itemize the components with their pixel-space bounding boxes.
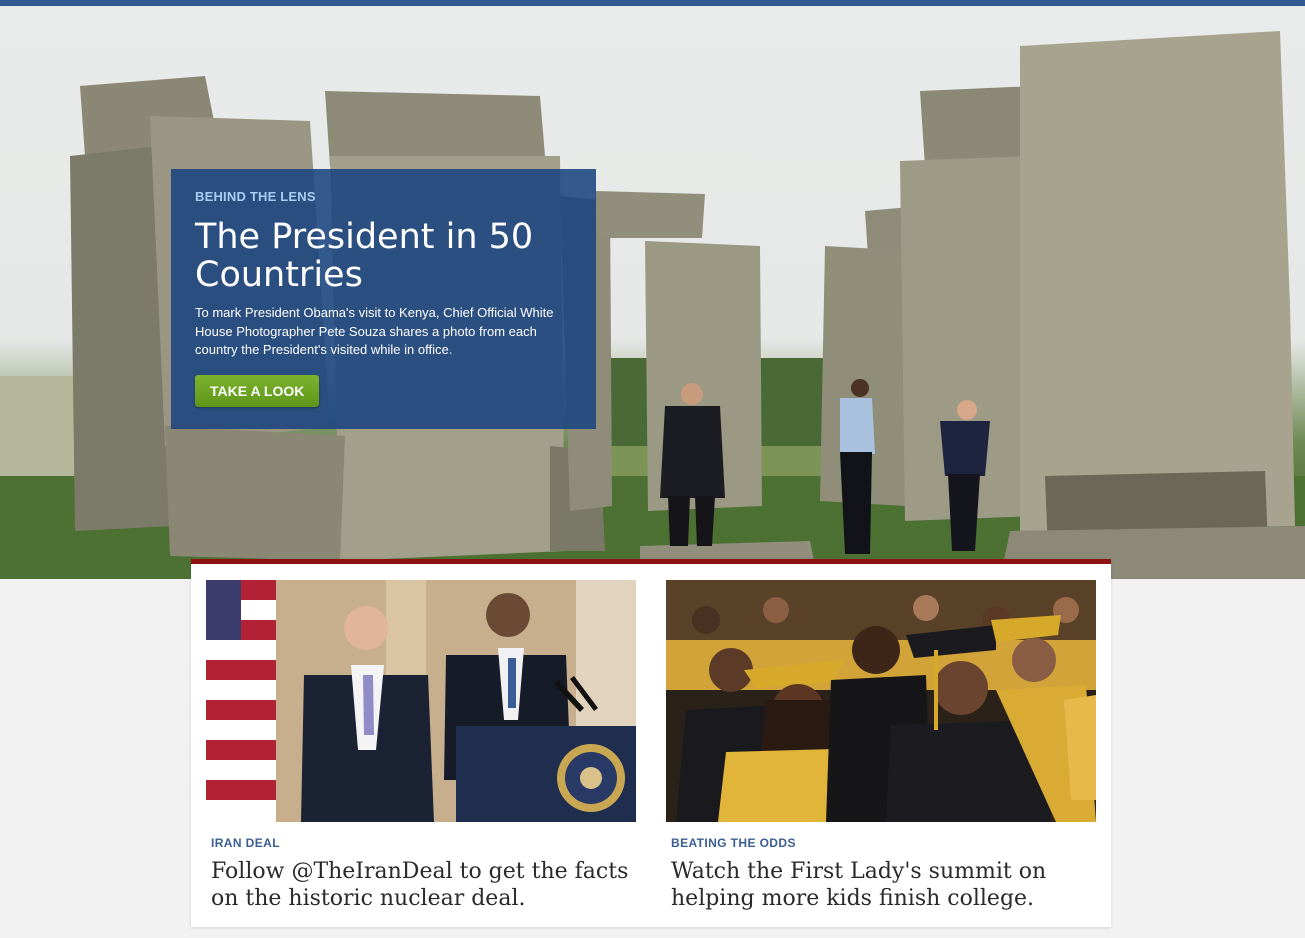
beating-the-odds-eyebrow: BEATING THE ODDS xyxy=(671,836,796,850)
iran-deal-headline[interactable]: Follow @TheIranDeal to get the facts on … xyxy=(211,858,636,912)
hero-eyebrow: BEHIND THE LENS xyxy=(195,189,316,204)
beating-the-odds-photo[interactable] xyxy=(666,580,1096,822)
iran-deal-photo[interactable] xyxy=(206,580,636,822)
hero-banner[interactable]: BEHIND THE LENS The President in 50 Coun… xyxy=(0,6,1305,579)
press-conference-image xyxy=(206,580,636,822)
iran-deal-eyebrow: IRAN DEAL xyxy=(211,836,280,850)
hero-title[interactable]: The President in 50 Countries xyxy=(195,218,572,294)
feature-strip: IRAN DEAL Follow @TheIranDeal to get the… xyxy=(191,559,1111,927)
take-a-look-button[interactable]: TAKE A LOOK xyxy=(195,374,320,407)
beating-the-odds-headline[interactable]: Watch the First Lady's summit on helping… xyxy=(671,858,1096,912)
hero-description: To mark President Obama's visit to Kenya… xyxy=(195,305,554,357)
feature-card-iran-deal[interactable]: IRAN DEAL Follow @TheIranDeal to get the… xyxy=(206,580,636,912)
graduation-image xyxy=(666,580,1096,822)
feature-card-beating-the-odds[interactable]: BEATING THE ODDS Watch the First Lady's … xyxy=(666,580,1096,912)
hero-feature-panel: BEHIND THE LENS The President in 50 Coun… xyxy=(171,169,596,429)
